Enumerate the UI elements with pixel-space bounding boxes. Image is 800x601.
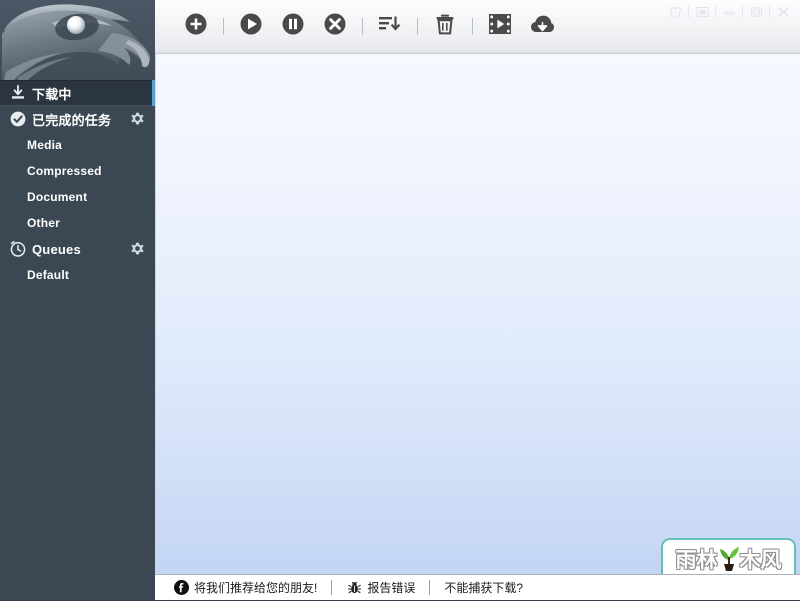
cloud-download-button[interactable]	[527, 12, 557, 42]
add-task-button[interactable]	[181, 12, 211, 42]
toolbar-separator	[223, 18, 224, 35]
sidebar-item-queues[interactable]: Queues	[0, 236, 155, 262]
sidebar-item-item-1[interactable]: 已完成的任务	[0, 106, 155, 132]
sidebar-item-compressed[interactable]: Compressed	[0, 158, 155, 184]
maximize-icon[interactable]	[743, 2, 769, 21]
status-label: 将我们推荐给您的朋友!	[194, 581, 318, 595]
sidebar-item-label: Media	[27, 138, 63, 152]
toolbar-separator	[472, 18, 473, 35]
completed-icon	[9, 111, 26, 128]
sidebar-item-label: Compressed	[27, 164, 102, 178]
sidebar-item-item-0[interactable]: 下载中	[0, 80, 155, 106]
play-circle-icon	[240, 13, 262, 40]
sidebar-item-label: Other	[27, 216, 61, 230]
watermark-char: 风	[760, 548, 782, 572]
eagleget-window: 下载中已完成的任务 Media Compressed Document Other Que…	[0, 0, 800, 600]
window-controls	[662, 2, 796, 21]
watermark-logo: 雨 林 木 风	[676, 546, 782, 576]
sidebar-item-label: Queues	[32, 241, 81, 257]
sidebar-item-default[interactable]: Default	[0, 262, 155, 288]
stop-download-button[interactable]	[320, 12, 350, 42]
sidebar-item-label: Document	[27, 190, 88, 204]
sidebar-item-label: 下载中	[32, 86, 72, 102]
media-grabber-button[interactable]	[485, 12, 515, 42]
delete-button[interactable]	[430, 12, 460, 42]
status-bar: 将我们推荐给您的朋友! 报告错误 不能捕获下载?	[155, 574, 800, 600]
clock-icon	[9, 241, 26, 258]
status-separator	[429, 580, 431, 595]
recommend-link[interactable]: 将我们推荐给您的朋友!	[173, 575, 317, 601]
sidebar-item-media[interactable]: Media	[0, 132, 155, 158]
pause-download-button[interactable]	[278, 12, 308, 42]
sort-button[interactable]	[375, 12, 405, 42]
watermark-char: 雨	[675, 548, 697, 572]
pause-circle-icon	[282, 13, 304, 40]
app-logo-panel	[0, 0, 155, 80]
trash-icon	[435, 14, 455, 40]
sidebar-item-label: 已完成的任务	[32, 112, 112, 128]
gear-icon[interactable]	[130, 242, 145, 257]
bug-icon	[346, 580, 362, 596]
sort-descending-icon	[379, 15, 401, 38]
toolbar-separator	[417, 18, 418, 35]
report-bug-link[interactable]: 报告错误	[346, 575, 415, 601]
sidebar-item-other[interactable]: Other	[0, 210, 155, 236]
sidebar: 下载中已完成的任务 Media Compressed Document Other Que…	[0, 0, 155, 600]
mini-mode-icon[interactable]	[689, 2, 715, 21]
watermark-char: 木	[739, 548, 761, 572]
sidebar-item-label: Default	[27, 268, 70, 282]
facebook-icon	[173, 580, 189, 596]
status-label: 不能捕获下载?	[444, 581, 524, 595]
film-strip-icon	[489, 14, 511, 39]
cloud-download-icon	[530, 15, 554, 38]
start-download-button[interactable]	[236, 12, 266, 42]
skin-icon[interactable]	[662, 2, 688, 21]
cannot-capture-link[interactable]: 不能捕获下载?	[444, 575, 523, 601]
minimize-icon[interactable]	[716, 2, 742, 21]
close-icon[interactable]	[770, 2, 796, 21]
download-list-area[interactable]	[155, 54, 800, 574]
plus-circle-icon	[185, 13, 207, 40]
sidebar-nav: 下载中已完成的任务 Media Compressed Document Other Que…	[0, 80, 155, 288]
sidebar-item-document[interactable]: Document	[0, 184, 155, 210]
toolbar-separator	[362, 18, 363, 35]
eagle-head-logo	[2, 4, 151, 80]
downloading-icon	[9, 85, 26, 102]
gear-icon[interactable]	[130, 112, 145, 127]
plant-icon	[718, 544, 740, 577]
cancel-circle-icon	[324, 13, 346, 40]
watermark-char: 林	[696, 548, 718, 572]
status-label: 报告错误	[367, 581, 416, 595]
status-separator	[331, 580, 333, 595]
